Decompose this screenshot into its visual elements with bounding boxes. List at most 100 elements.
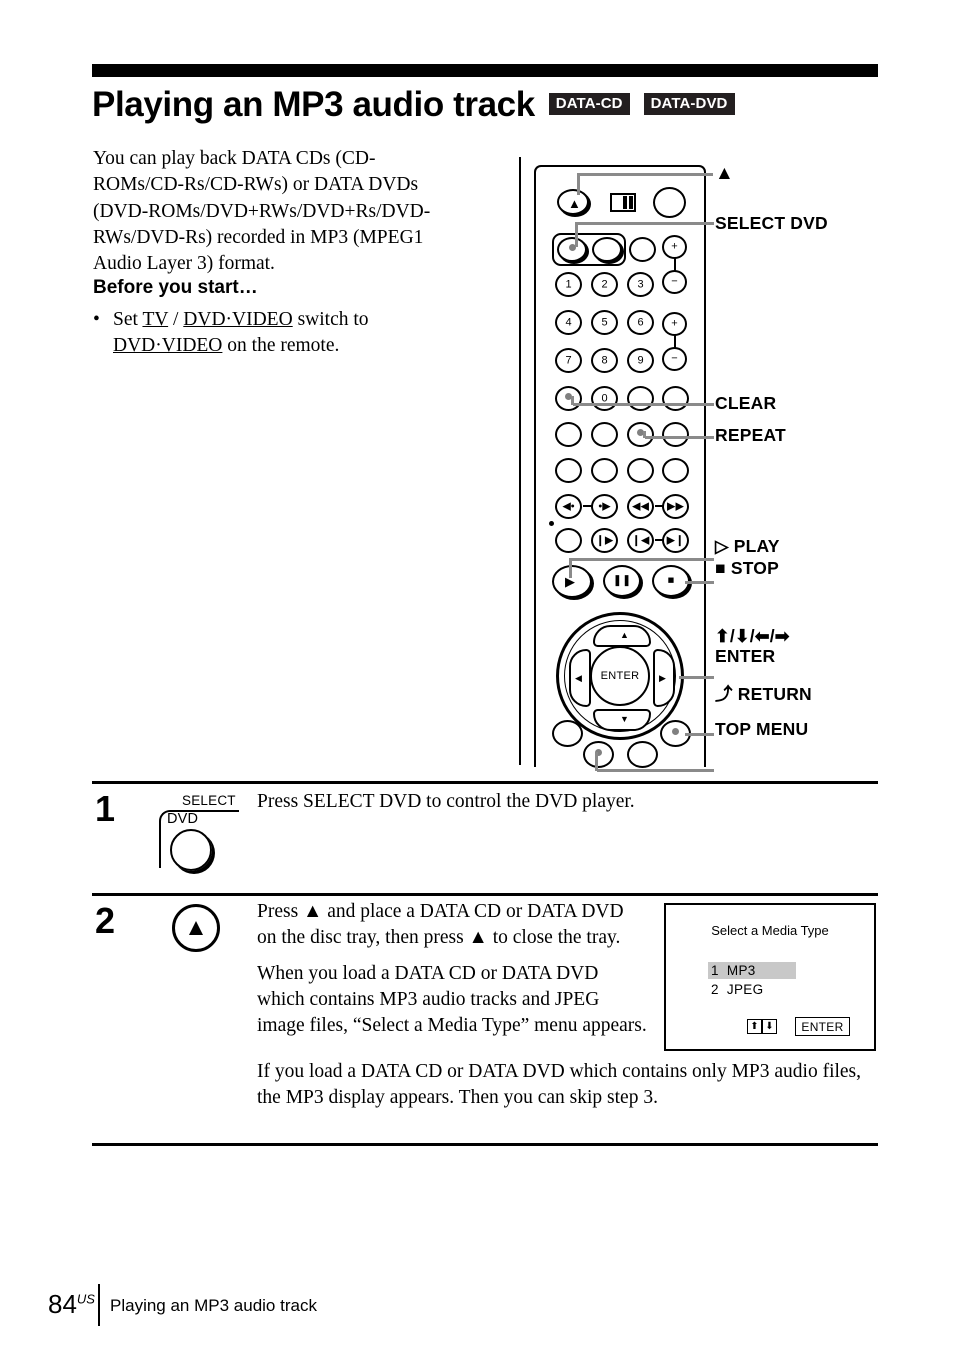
stop-glyph: ■ — [667, 574, 675, 587]
slow-rev-glyph: ◀• — [562, 500, 575, 512]
key-1-label: 1 — [565, 278, 572, 290]
remote-key-0: 0 — [591, 386, 618, 411]
title-rule — [92, 64, 878, 77]
switch-tv: TV — [142, 309, 169, 330]
plus-glyph-2: + — [671, 317, 678, 330]
remote-key-row4-d — [662, 386, 689, 411]
remote-step-button: ❙▶ — [591, 528, 618, 553]
leader-stop — [685, 581, 714, 584]
return-hotspot — [672, 728, 679, 735]
remote-key-row8-a — [555, 528, 582, 553]
key-3-label: 3 — [637, 278, 644, 290]
leader-enter — [679, 676, 714, 679]
eject-glyph: ▲ — [568, 196, 581, 211]
remote-key-6: 6 — [627, 310, 654, 335]
media-option-mp3-num: 1 — [711, 963, 719, 978]
return-icon: ⤴ — [715, 684, 733, 704]
remote-key-row6-c — [627, 458, 654, 483]
dpad-right-arrow: ▶ — [659, 673, 666, 683]
remote-key-9: 9 — [627, 348, 654, 373]
label-return: ⤴ RETURN — [715, 684, 812, 705]
remote-scan-fwd-button: ▶▶ — [662, 494, 689, 519]
select-icon-button — [170, 829, 212, 871]
label-select-dvd: SELECT DVD — [715, 213, 828, 233]
remote-slow-rev-button: ◀• — [555, 494, 582, 519]
footer-divider — [98, 1284, 101, 1326]
switch-dvd-video-target: DVD·VIDEO — [113, 335, 223, 357]
step-2-paragraph-2: When you load a DATA CD or DATA DVD whic… — [257, 962, 647, 1037]
illustration-divider — [519, 157, 521, 765]
page-title: Playing an MP3 audio track — [92, 84, 535, 124]
leader-return — [685, 733, 714, 736]
dpad-up-arrow: ▲ — [620, 630, 629, 640]
remote-slow-fwd-button: •▶ — [591, 494, 618, 519]
media-option-jpeg-label: JPEG — [726, 982, 764, 997]
remote-vol-minus-1: − — [662, 270, 687, 294]
next-glyph: ▶❙ — [666, 534, 685, 546]
remote-control-illustration: ▲ + − + − 1 2 3 4 5 6 7 8 9 0 ◀• •▶ ◀◀ ▶… — [519, 157, 889, 772]
pause-glyph: ❚❚ — [612, 574, 632, 587]
dpad-left-arrow: ◀ — [575, 673, 582, 683]
select-media-type-screen: Select a Media Type 1 MP3 2 JPEG ⬆ ⬇ ENT… — [664, 903, 876, 1051]
key-4-label: 4 — [565, 316, 572, 328]
leader-select-dvd — [577, 222, 714, 225]
label-repeat: REPEAT — [715, 425, 786, 445]
minus-glyph-2: − — [671, 352, 678, 365]
remote-vol-plus-1: + — [662, 235, 687, 259]
step-2-wide-text: If you load a DATA CD or DATA DVD which … — [257, 1059, 877, 1112]
leader-repeat-v — [643, 431, 646, 438]
step-2-paragraph-3: If you load a DATA CD or DATA DVD which … — [257, 1061, 862, 1109]
leader-top-menu-v — [595, 752, 598, 771]
remote-key-row5-a — [555, 422, 582, 447]
switch-dvd-video: DVD·VIDEO — [183, 309, 293, 330]
remote-next-button: ▶❙ — [662, 528, 689, 553]
transport-indicator-dot — [549, 521, 554, 526]
bullet-mid: switch to — [292, 309, 369, 330]
remote-prev-button: ❙◀ — [627, 528, 654, 553]
plus-glyph: + — [671, 240, 678, 253]
media-option-mp3-label: MP3 — [726, 963, 756, 978]
remote-scan-rev-button: ◀◀ — [627, 494, 654, 519]
before-you-start-heading: Before you start… — [93, 277, 258, 298]
key-5-label: 5 — [601, 316, 608, 328]
select-word: SELECT — [182, 793, 236, 808]
bullet-suffix: on the remote. — [222, 335, 340, 357]
footer-page-suffix: US — [76, 1291, 95, 1307]
dpad-enter-button: ENTER — [590, 646, 650, 706]
remote-key-row6-a — [555, 458, 582, 483]
step-2-number: 2 — [95, 900, 116, 941]
label-eject: ▲ — [715, 163, 735, 184]
step-2-paragraph-1: Press ▲ and place a DATA CD or DATA DVD … — [257, 901, 624, 949]
bullet-text: Set TV / DVD·VIDEO switch to DVD·VIDEO o… — [113, 307, 473, 360]
before-you-start-bullet: • Set TV / DVD·VIDEO switch to DVD·VIDEO… — [93, 307, 473, 360]
key-9-label: 9 — [637, 354, 644, 366]
remote-fn-button-3 — [629, 237, 656, 262]
dpad-down-arrow: ▼ — [620, 714, 629, 724]
manual-page: Playing an MP3 audio track DATA-CD DATA-… — [0, 0, 954, 1352]
media-screen-enter-key: ENTER — [795, 1017, 850, 1036]
bullet-prefix: Set — [113, 309, 143, 330]
media-option-mp3[interactable]: 1 MP3 — [708, 962, 796, 979]
leader-top-menu — [597, 769, 714, 772]
remote-key-row5-d — [662, 422, 689, 447]
label-stop: ■ STOP — [715, 558, 779, 578]
leader-play — [571, 558, 714, 561]
badge-data-dvd: DATA-DVD — [643, 93, 735, 115]
remote-key-3: 3 — [627, 272, 654, 297]
media-screen-title: Select a Media Type — [711, 923, 829, 938]
remote-key-row4-c — [627, 386, 654, 411]
remote-key-5: 5 — [591, 310, 618, 335]
tv-dvd-slide-switch — [610, 193, 636, 212]
step-2-eject-icon: ▲ — [172, 904, 220, 952]
remote-key-1: 1 — [555, 272, 582, 297]
remote-dial — [653, 187, 686, 218]
leader-eject — [579, 173, 713, 176]
remote-vol-minus-2: − — [662, 347, 687, 371]
key-2-label: 2 — [601, 278, 608, 290]
remote-pause-button: ❚❚ — [603, 565, 641, 597]
media-option-jpeg[interactable]: 2 JPEG — [708, 981, 766, 998]
key-8-label: 8 — [601, 354, 608, 366]
scan-rev-glyph: ◀◀ — [632, 500, 649, 512]
slow-fwd-glyph: •▶ — [598, 500, 611, 512]
divider-above-step-1 — [92, 781, 878, 784]
